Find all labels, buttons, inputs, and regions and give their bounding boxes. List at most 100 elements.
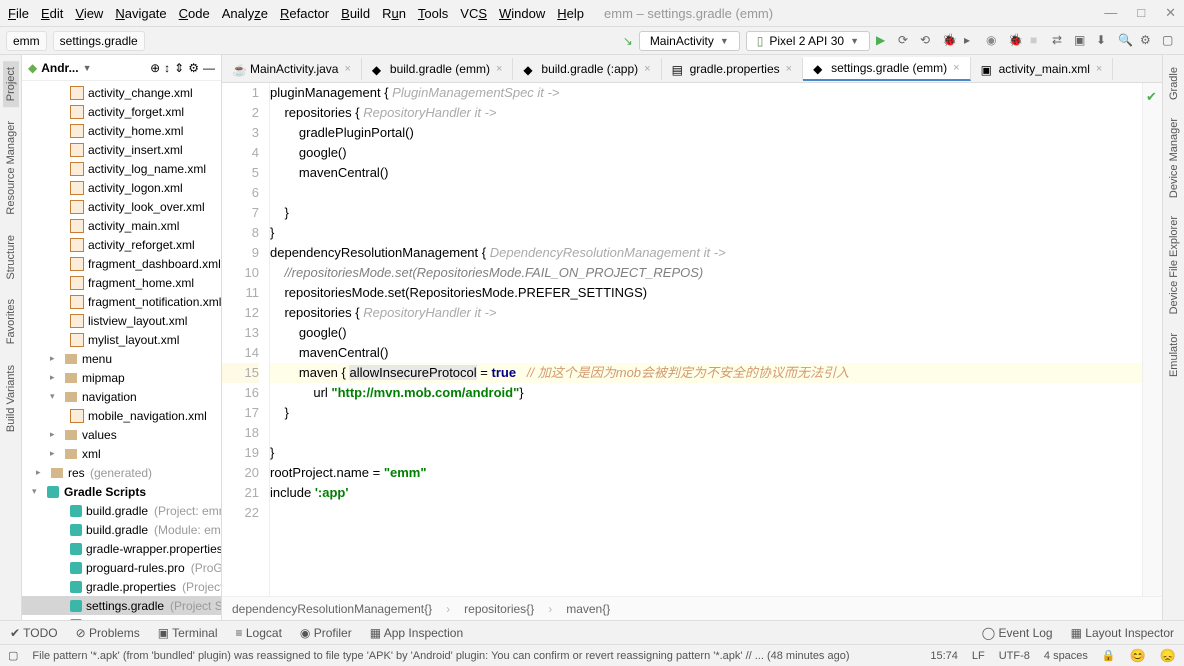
structure-tab[interactable]: Structure xyxy=(3,229,19,286)
resource-manager-tab[interactable]: Resource Manager xyxy=(3,115,19,221)
caret-position[interactable]: 15:74 xyxy=(930,650,958,662)
tree-file[interactable]: fragment_home.xml xyxy=(22,273,221,292)
tree-folder[interactable]: ▸res (generated) xyxy=(22,463,221,482)
search-icon[interactable]: 🔍 xyxy=(1118,33,1134,49)
tree-gradle-file[interactable]: build.gradle(Project: emm) xyxy=(22,501,221,520)
breadcrumb-file[interactable]: settings.gradle xyxy=(53,31,145,51)
menu-build[interactable]: Build xyxy=(341,6,370,21)
close-icon[interactable]: ✕ xyxy=(1165,5,1176,21)
tree-file[interactable]: mobile_navigation.xml xyxy=(22,406,221,425)
tree-file[interactable]: activity_look_over.xml xyxy=(22,197,221,216)
tree-file[interactable]: fragment_notification.xml xyxy=(22,292,221,311)
editor-tab[interactable]: ◆settings.gradle (emm)× xyxy=(803,57,970,81)
hide-icon[interactable]: — xyxy=(203,61,215,75)
run-config-select[interactable]: MainActivity ▼ xyxy=(639,31,740,51)
emoji-sad-icon[interactable]: 😞 xyxy=(1160,648,1176,664)
menu-run[interactable]: Run xyxy=(382,6,406,21)
stop-icon[interactable]: ■ xyxy=(1030,33,1046,49)
close-tab-icon[interactable]: × xyxy=(1096,63,1102,75)
editor-breadcrumb-item[interactable]: repositories{} xyxy=(464,602,534,616)
tree-gradle-file[interactable]: settings.gradle(Project Set xyxy=(22,596,221,615)
project-tool-tab[interactable]: Project xyxy=(3,61,19,107)
sdk-icon[interactable]: ⬇ xyxy=(1096,33,1112,49)
menu-refactor[interactable]: Refactor xyxy=(280,6,329,21)
event-log-tab[interactable]: ◯ Event Log xyxy=(982,626,1053,640)
indent-info[interactable]: 4 spaces xyxy=(1044,650,1088,662)
status-message[interactable]: File pattern '*.apk' (from 'bundled' plu… xyxy=(32,650,916,662)
app-inspection-tab[interactable]: ▦ App Inspection xyxy=(370,626,463,640)
tree-folder[interactable]: ▸values xyxy=(22,425,221,444)
tree-file[interactable]: activity_insert.xml xyxy=(22,140,221,159)
avatar-icon[interactable]: ▢ xyxy=(1162,33,1178,49)
tree-gradle-file[interactable]: build.gradle(Module: emm) xyxy=(22,520,221,539)
menu-analyze[interactable]: Analyze xyxy=(222,6,268,21)
minimize-icon[interactable]: — xyxy=(1104,5,1117,21)
tree-file[interactable]: activity_change.xml xyxy=(22,83,221,102)
build-icon[interactable]: ↘ xyxy=(623,34,633,48)
tree-folder[interactable]: ▸xml xyxy=(22,444,221,463)
editor-tab[interactable]: ▣activity_main.xml× xyxy=(971,58,1114,80)
menu-tools[interactable]: Tools xyxy=(418,6,448,21)
tree-folder[interactable]: ▸menu xyxy=(22,349,221,368)
editor-tab[interactable]: ◆build.gradle (emm)× xyxy=(362,58,513,80)
tree-gradle-file[interactable]: proguard-rules.pro(ProGu xyxy=(22,558,221,577)
logcat-tab[interactable]: ≡ Logcat xyxy=(236,626,282,640)
build-variants-tab[interactable]: Build Variants xyxy=(3,359,19,438)
maximize-icon[interactable]: □ xyxy=(1137,5,1145,21)
editor-tab[interactable]: ▤gradle.properties× xyxy=(662,58,804,80)
gradle-tab[interactable]: Gradle xyxy=(1166,61,1182,106)
tree-file[interactable]: listview_layout.xml xyxy=(22,311,221,330)
attach-debugger-icon[interactable]: 🐞 xyxy=(1008,33,1024,49)
collapse-all-icon[interactable]: ⇕ xyxy=(174,61,184,75)
line-separator[interactable]: LF xyxy=(972,650,985,662)
menu-file[interactable]: File xyxy=(8,6,29,21)
profiler-tab[interactable]: ◉ Profiler xyxy=(300,626,352,640)
terminal-tab[interactable]: ▣ Terminal xyxy=(158,626,218,640)
avd-icon[interactable]: ▣ xyxy=(1074,33,1090,49)
editor-breadcrumb-item[interactable]: dependencyResolutionManagement{} xyxy=(232,602,432,616)
tree-gradle-scripts[interactable]: ▾Gradle Scripts xyxy=(22,482,221,501)
close-tab-icon[interactable]: × xyxy=(953,62,959,74)
close-tab-icon[interactable]: × xyxy=(644,63,650,75)
close-tab-icon[interactable]: × xyxy=(496,63,502,75)
apply-code-icon[interactable]: ⟲ xyxy=(920,33,936,49)
close-tab-icon[interactable]: × xyxy=(786,63,792,75)
device-file-explorer-tab[interactable]: Device File Explorer xyxy=(1166,210,1182,320)
tree-file[interactable]: activity_logon.xml xyxy=(22,178,221,197)
device-select[interactable]: ▯ Pixel 2 API 30 ▼ xyxy=(746,31,870,51)
editor-tab[interactable]: ◆build.gradle (:app)× xyxy=(513,58,661,80)
problems-tab[interactable]: ⊘ Problems xyxy=(76,626,140,640)
tree-folder[interactable]: ▸mipmap xyxy=(22,368,221,387)
todo-tab[interactable]: ✔ TODO xyxy=(10,626,58,640)
layout-inspector-tab[interactable]: ▦ Layout Inspector xyxy=(1071,626,1174,640)
sync-icon[interactable]: ⇄ xyxy=(1052,33,1068,49)
device-manager-tab[interactable]: Device Manager xyxy=(1166,112,1182,204)
breadcrumb-project[interactable]: emm xyxy=(6,31,47,51)
expand-all-icon[interactable]: ↕ xyxy=(164,61,170,75)
chevron-down-icon[interactable]: ▼ xyxy=(83,63,92,73)
favorites-tab[interactable]: Favorites xyxy=(3,293,19,350)
menu-help[interactable]: Help xyxy=(557,6,584,21)
run-icon[interactable]: ▶ xyxy=(876,33,892,49)
status-indicator-icon[interactable]: ▢ xyxy=(8,649,18,662)
debug-icon[interactable]: 🐞 xyxy=(942,33,958,49)
menu-navigate[interactable]: Navigate xyxy=(115,6,166,21)
tree-file[interactable]: activity_log_name.xml xyxy=(22,159,221,178)
emoji-happy-icon[interactable]: 😊 xyxy=(1130,648,1146,664)
coverage-icon[interactable]: ▸ xyxy=(964,33,980,49)
tree-gradle-file[interactable]: gradle-wrapper.properties xyxy=(22,539,221,558)
tree-file[interactable]: activity_forget.xml xyxy=(22,102,221,121)
panel-title[interactable]: Andr... xyxy=(41,61,78,75)
panel-settings-icon[interactable]: ⚙ xyxy=(188,61,199,75)
tree-file[interactable]: activity_reforget.xml xyxy=(22,235,221,254)
tree-file[interactable]: activity_home.xml xyxy=(22,121,221,140)
file-encoding[interactable]: UTF-8 xyxy=(999,650,1030,662)
target-icon[interactable]: ⊕ xyxy=(150,61,160,75)
menu-vcs[interactable]: VCS xyxy=(460,6,487,21)
menu-code[interactable]: Code xyxy=(179,6,210,21)
editor-marker-bar[interactable]: ✔ xyxy=(1142,83,1162,596)
lock-icon[interactable]: 🔒 xyxy=(1102,649,1116,662)
tree-folder[interactable]: ▾navigation xyxy=(22,387,221,406)
tree-gradle-file[interactable]: gradle.properties(Project P xyxy=(22,577,221,596)
tree-file[interactable]: activity_main.xml xyxy=(22,216,221,235)
